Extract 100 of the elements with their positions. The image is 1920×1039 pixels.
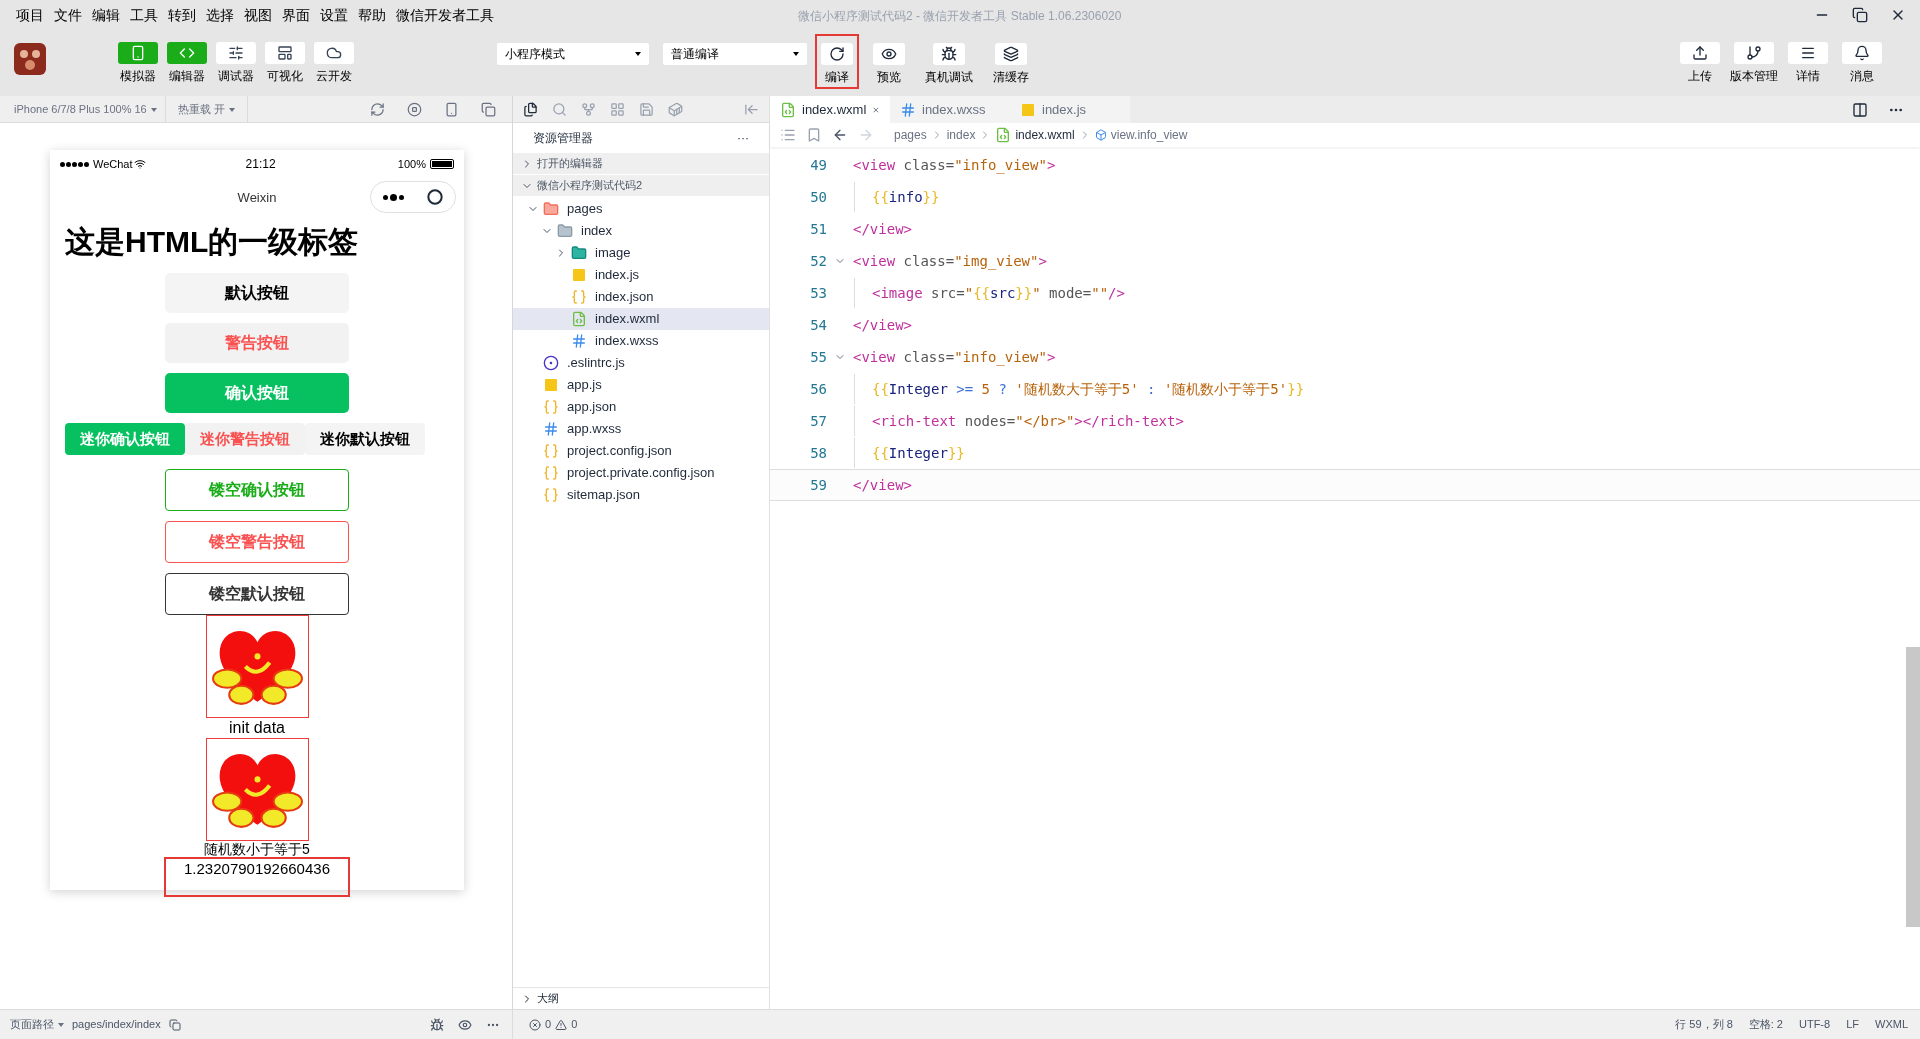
menu-item[interactable]: 界面: [280, 4, 312, 26]
line-number: 54: [809, 315, 827, 335]
page-path-select[interactable]: 页面路径: [10, 1016, 64, 1033]
search-icon[interactable]: [552, 101, 567, 117]
folder-icon: [571, 245, 587, 261]
device-select[interactable]: iPhone 6/7/8 Plus 100% 16: [0, 96, 166, 122]
wifi-icon: [133, 158, 146, 170]
toolbar-tool[interactable]: 预览: [867, 34, 911, 89]
menu-item[interactable]: 工具: [128, 4, 160, 26]
hot-reload-select[interactable]: 热重载 开: [165, 96, 248, 122]
cube-icon: [1094, 129, 1107, 141]
toolbar-tool[interactable]: 消息: [1840, 42, 1884, 85]
tree-item[interactable]: index.wxml: [513, 308, 769, 330]
upload-icon: [1692, 45, 1708, 61]
menu-item[interactable]: 编辑: [90, 4, 122, 26]
menu-item[interactable]: 项目: [14, 4, 46, 26]
grid-icon[interactable]: [610, 101, 625, 117]
breadcrumb-item[interactable]: index: [946, 126, 976, 144]
tree-item[interactable]: index.js: [513, 264, 769, 286]
eye-icon[interactable]: [458, 1017, 472, 1032]
toolbar-tool[interactable]: 真机调试: [919, 34, 979, 89]
tree-item[interactable]: index: [513, 220, 769, 242]
outline-header[interactable]: 大纲: [537, 990, 559, 1007]
tree-item[interactable]: app.js: [513, 374, 769, 396]
compile-select[interactable]: 普通编译: [663, 43, 807, 65]
menu-item[interactable]: 设置: [318, 4, 350, 26]
toolbar-tool[interactable]: 版本管理: [1732, 42, 1776, 85]
status-item[interactable]: 行 59，列 8: [1675, 1016, 1733, 1033]
tree-item[interactable]: sitemap.json: [513, 484, 769, 506]
eye-icon: [881, 46, 897, 62]
toolbar-tool[interactable]: 清缓存: [987, 34, 1035, 89]
save-icon[interactable]: [639, 101, 654, 117]
scrollbar[interactable]: [1906, 647, 1920, 927]
branch-icon[interactable]: [581, 101, 596, 117]
mode-select[interactable]: 小程序模式: [497, 43, 649, 65]
menu-item[interactable]: 转到: [166, 4, 198, 26]
breadcrumb-item[interactable]: index.wxml: [1015, 126, 1075, 144]
status-item[interactable]: 空格: 2: [1748, 1016, 1783, 1033]
files-icon[interactable]: [523, 101, 538, 117]
phone-icon: [130, 45, 146, 61]
toolbar-tool[interactable]: 上传: [1678, 42, 1722, 85]
code-line: <view class="info_view">: [853, 347, 1056, 368]
copy-icon[interactable]: [168, 1018, 181, 1031]
refresh-icon[interactable]: [370, 101, 385, 117]
window-title: 微信小程序测试代码2 - 微信开发者工具 Stable 1.06.2306020: [798, 8, 1122, 25]
dropdown-icon: [58, 1023, 64, 1028]
editor-tab[interactable]: index.wxss: [890, 96, 1010, 123]
menu-item[interactable]: 选择: [204, 4, 236, 26]
menu-item[interactable]: 微信开发者工具: [394, 4, 496, 26]
code-line: {{Integer >= 5 ? '随机数大于等于5' : '随机数小于等于5'}}: [872, 379, 1305, 399]
more-button[interactable]: ···: [737, 129, 749, 147]
outline-button[interactable]: 镂空默认按钮: [165, 573, 349, 615]
app-logo-icon: [14, 43, 46, 75]
menu-item[interactable]: 帮助: [356, 4, 388, 26]
tree-item[interactable]: .eslintrc.js: [513, 352, 769, 374]
file-code-icon: [571, 311, 587, 327]
tree-item[interactable]: app.wxss: [513, 418, 769, 440]
dropdown-icon: [150, 107, 157, 112]
code-icon: [179, 45, 195, 61]
section-header[interactable]: 微信小程序测试代码2: [513, 175, 769, 197]
js-file-icon: [573, 269, 585, 281]
toolbar-button[interactable]: [314, 42, 354, 64]
toolbar-label: 可视化: [267, 68, 303, 85]
tree-item[interactable]: project.config.json: [513, 440, 769, 462]
menu-item[interactable]: 视图: [242, 4, 274, 26]
code-line: <rich-text nodes="</br>"></rich-text>: [872, 411, 1184, 431]
editor-tab[interactable]: index.wxml: [770, 96, 890, 123]
back-icon[interactable]: [832, 127, 848, 143]
mini-button[interactable]: 迷你默认按钮: [305, 423, 425, 455]
tree-item[interactable]: index.wxss: [513, 330, 769, 352]
status-item[interactable]: UTF-8: [1799, 1016, 1831, 1033]
bookmark-icon[interactable]: [806, 127, 822, 143]
menu-item[interactable]: 文件: [52, 4, 84, 26]
restore-icon[interactable]: [1852, 7, 1868, 23]
tree-item[interactable]: pages: [513, 198, 769, 220]
toolbar-button[interactable]: [216, 42, 256, 64]
section-header[interactable]: 打开的编辑器: [513, 153, 769, 175]
breadcrumb-item[interactable]: view.info_view: [1110, 126, 1188, 144]
split-icon[interactable]: [1852, 101, 1868, 118]
tree-item[interactable]: project.private.config.json: [513, 462, 769, 484]
tree-item[interactable]: image: [513, 242, 769, 264]
container-icon[interactable]: [668, 101, 683, 117]
windows-icon[interactable]: [481, 101, 496, 117]
phone-button[interactable]: 默认按钮: [165, 273, 349, 313]
list-icon[interactable]: [780, 127, 796, 143]
status-item[interactable]: WXML: [1875, 1016, 1908, 1033]
breadcrumb-item[interactable]: pages: [894, 126, 927, 144]
tree-item[interactable]: index.json: [513, 286, 769, 308]
status-item[interactable]: LF: [1846, 1016, 1859, 1033]
phone-icon[interactable]: [444, 101, 459, 117]
bug-icon[interactable]: [430, 1017, 444, 1032]
toolbar-tool[interactable]: 编译: [815, 34, 859, 89]
tree-item[interactable]: app.json: [513, 396, 769, 418]
stop-icon[interactable]: [407, 101, 422, 117]
toolbar-button[interactable]: [265, 42, 305, 64]
refresh-icon: [829, 46, 845, 62]
menu-icon: [1800, 45, 1816, 61]
dropdown-icon: [635, 52, 641, 56]
toolbar-tool[interactable]: 详情: [1786, 42, 1830, 85]
editor-tab[interactable]: index.js: [1010, 96, 1130, 123]
